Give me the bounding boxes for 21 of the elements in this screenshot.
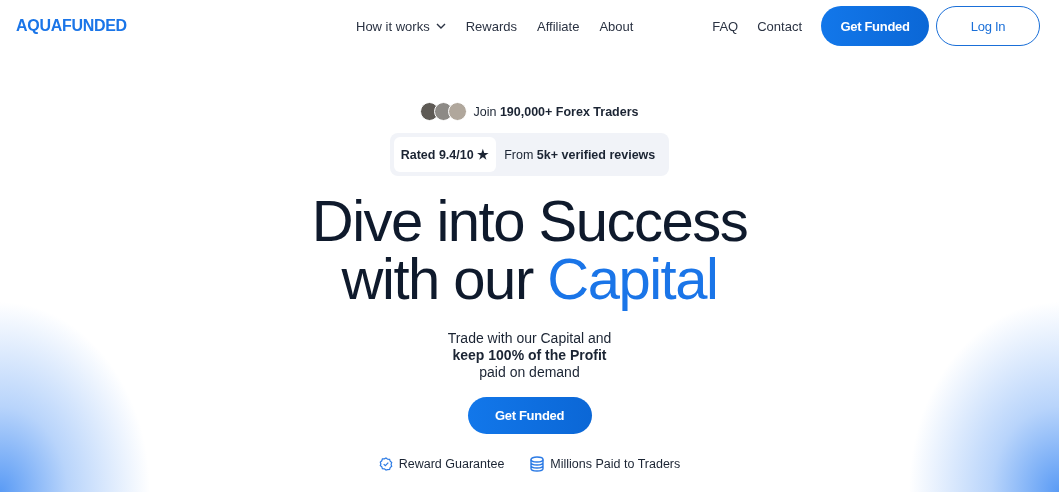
login-button[interactable]: Log In [936,6,1040,46]
nav-link[interactable]: How it works [356,18,446,34]
avatar [448,102,468,121]
feature-label: Reward Guarantee [398,457,505,471]
rating-label: Rated 9.4/10 ★ [393,137,497,172]
chevron-down-icon [435,23,446,29]
reviews-text: From 5k+ verified reviews [504,147,656,162]
database-icon [530,456,545,472]
logo[interactable]: AQUAFUNDED [16,17,336,35]
headline: Dive into Success [311,192,748,250]
get-funded-button[interactable]: Get Funded [467,397,592,434]
social-proof-text: Join 190,000+ Forex Traders [473,104,639,119]
nav-link[interactable]: About [599,18,634,34]
get-funded-button[interactable]: Get Funded [821,6,929,46]
feature-label: Millions Paid to Traders [550,457,681,471]
nav-link[interactable]: Contact [757,18,802,34]
subtitle: Trade with our Capital and keep 100% of the Profit paid on demand [447,330,612,381]
nav-link[interactable]: Affiliate [537,18,580,34]
check-badge-icon [378,457,393,471]
nav-link[interactable]: FAQ [712,18,739,34]
nav-link[interactable]: Rewards [465,18,517,34]
